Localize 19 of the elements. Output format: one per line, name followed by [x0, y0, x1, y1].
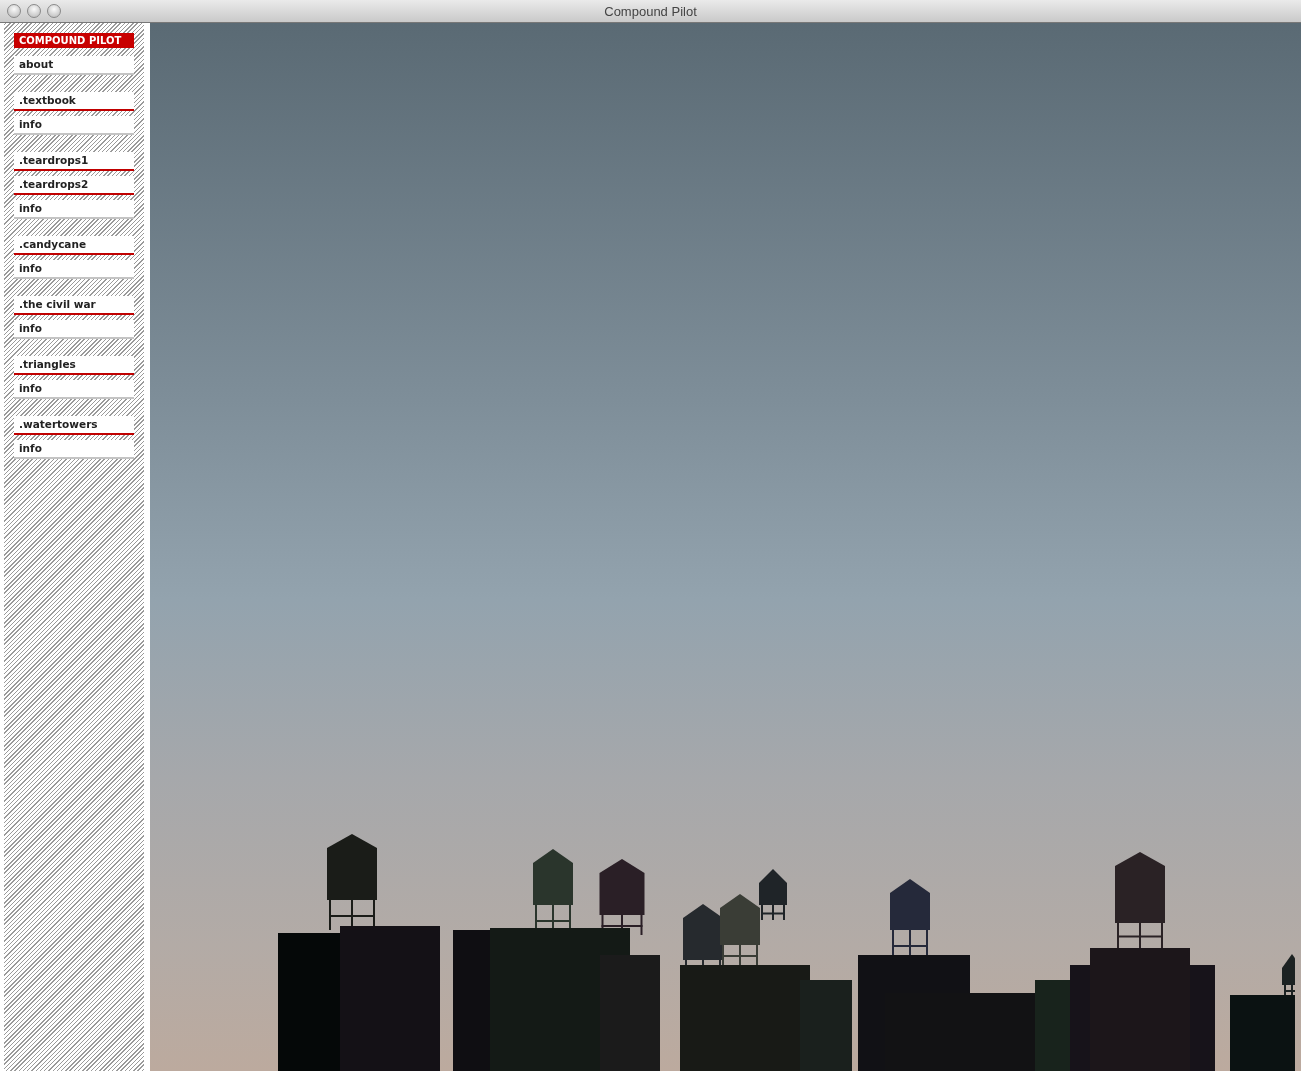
- info-link[interactable]: info: [14, 380, 134, 399]
- info-link[interactable]: info: [14, 260, 134, 279]
- project-link[interactable]: .watertowers: [14, 416, 134, 435]
- project-link[interactable]: .triangles: [14, 356, 134, 375]
- zoom-button[interactable]: [47, 4, 61, 18]
- project-link[interactable]: .teardrops1: [14, 152, 134, 171]
- project-link[interactable]: .the civil war: [14, 296, 134, 315]
- close-button[interactable]: [7, 4, 21, 18]
- info-link[interactable]: info: [14, 200, 134, 219]
- project-link[interactable]: .candycane: [14, 236, 134, 255]
- site-logo[interactable]: COMPOUND PILOT: [14, 33, 134, 48]
- info-link[interactable]: info: [14, 440, 134, 459]
- project-link[interactable]: .textbook: [14, 92, 134, 111]
- about-link[interactable]: about: [14, 56, 134, 75]
- project-link[interactable]: .teardrops2: [14, 176, 134, 195]
- minimize-button[interactable]: [27, 4, 41, 18]
- info-link[interactable]: info: [14, 116, 134, 135]
- window-title: Compound Pilot: [604, 3, 697, 19]
- info-link[interactable]: info: [14, 320, 134, 339]
